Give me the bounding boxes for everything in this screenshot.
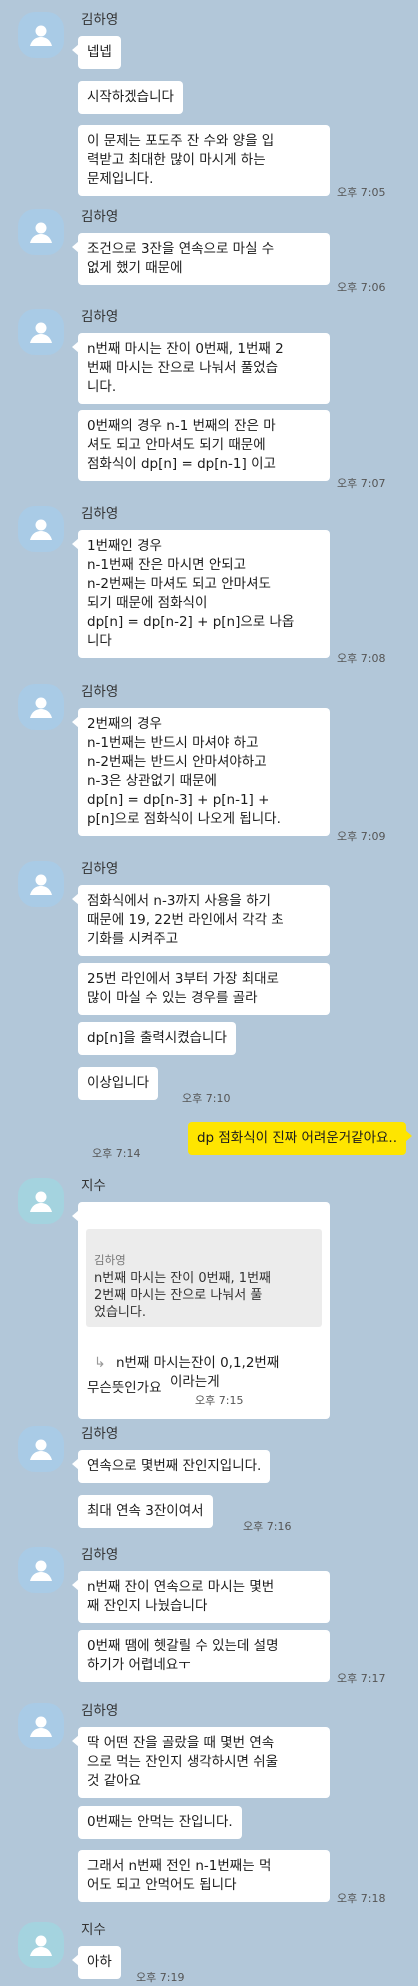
default-profile-icon <box>30 222 52 243</box>
default-profile-icon <box>30 1935 52 1956</box>
message-bubble[interactable]: 25번 라인에서 3부터 가장 최대로 많이 마실 수 있는 경우를 골라 <box>78 963 330 1015</box>
avatar[interactable] <box>18 1922 64 1968</box>
sender-name: 김하영 <box>81 1547 119 1563</box>
sender-name: 지수 <box>81 1922 106 1938</box>
message-bubble[interactable]: 아하 <box>72 1946 121 1979</box>
avatar[interactable] <box>18 309 64 355</box>
message-time: 오후 7:14 <box>92 1147 141 1160</box>
sender-name: 김하영 <box>81 309 119 325</box>
message-bubble[interactable]: 점화식에서 n-3까지 사용을 하기 때문에 19, 22번 라인에서 각각 초… <box>72 885 330 956</box>
avatar[interactable] <box>18 861 64 907</box>
avatar[interactable] <box>18 684 64 730</box>
quoted-message[interactable]: 김하영 n번째 마시는 잔이 0번째, 1번째 2번째 마시는 잔으로 나눠서 풀… <box>86 1229 322 1327</box>
message-bubble[interactable]: 최대 연속 3잔이여서 <box>78 1495 213 1528</box>
default-profile-icon <box>30 25 52 46</box>
default-profile-icon <box>30 1716 52 1737</box>
message-bubble[interactable]: 0번째는 안먹는 잔입니다. <box>78 1806 242 1839</box>
message-time: 오후 7:07 <box>337 477 386 490</box>
my-message-bubble[interactable]: dp 점화식이 진짜 어려운거같아요.. <box>187 1122 413 1155</box>
message-time: 오후 7:05 <box>337 186 386 199</box>
message-bubble[interactable]: 조건으로 3잔을 연속으로 마실 수 없게 했기 때문에 <box>72 233 330 285</box>
message-time: 오후 7:06 <box>337 281 386 294</box>
message-bubble[interactable]: 연속으로 몇번째 잔인지입니다. <box>71 1450 271 1483</box>
message-time: 오후 7:10 <box>182 1092 231 1105</box>
sender-name: 김하영 <box>81 1703 119 1719</box>
default-profile-icon <box>30 1560 52 1581</box>
sender-name: 김하영 <box>81 209 119 225</box>
message-bubble[interactable]: n번째 잔이 연속으로 마시는 몇번 째 잔인지 나눴습니다 <box>72 1571 330 1623</box>
message-time: 오후 7:18 <box>337 1892 386 1905</box>
default-profile-icon <box>30 519 52 540</box>
avatar[interactable] <box>18 506 64 552</box>
avatar[interactable] <box>18 209 64 255</box>
avatar[interactable] <box>18 1426 64 1472</box>
message-bubble[interactable]: 이상입니다 <box>78 1067 159 1100</box>
message-bubble[interactable]: 2번째의 경우 n-1번째는 반드시 마셔야 하고 n-2번째는 반드시 안마셔… <box>72 708 330 836</box>
default-profile-icon <box>30 697 52 718</box>
message-time: 오후 7:19 <box>136 1971 185 1984</box>
sender-name: 김하영 <box>81 684 119 700</box>
message-time: 오후 7:16 <box>243 1520 292 1533</box>
avatar[interactable] <box>18 12 64 58</box>
chat-window: 김하영 넵넵 시작하겠습니다 이 문제는 포도주 잔 수와 양을 입 력받고 최… <box>0 0 418 1986</box>
avatar[interactable] <box>18 1178 64 1224</box>
avatar[interactable] <box>18 1547 64 1593</box>
message-time: 오후 7:17 <box>337 1672 386 1685</box>
message-bubble[interactable]: 무슨뜻인가요 <box>78 1372 171 1405</box>
message-bubble[interactable]: 이 문제는 포도주 잔 수와 양을 입 력받고 최대한 많이 마시게 하는 문제… <box>78 125 330 196</box>
sender-name: 지수 <box>81 1178 106 1194</box>
message-bubble[interactable]: 0번째의 경우 n-1 번째의 잔은 마 셔도 되고 안마셔도 되기 때문에 점… <box>78 410 330 481</box>
avatar[interactable] <box>18 1703 64 1749</box>
message-bubble[interactable]: 그래서 n번째 전인 n-1번째는 먹 어도 되고 안먹어도 됩니다 <box>78 1850 330 1902</box>
message-bubble[interactable]: 넵넵 <box>72 36 121 69</box>
message-bubble[interactable]: 0번째 땜에 헷갈릴 수 있는데 설명 하기가 어렵네요ㅜ <box>78 1630 330 1682</box>
message-bubble[interactable]: dp[n]을 출력시켰습니다 <box>78 1022 236 1055</box>
default-profile-icon <box>30 874 52 895</box>
message-time: 오후 7:15 <box>195 1394 244 1407</box>
message-bubble[interactable]: 시작하겠습니다 <box>78 81 183 114</box>
default-profile-icon <box>30 322 52 343</box>
quoted-text: n번째 마시는 잔이 0번째, 1번째 2번째 마시는 잔으로 나눠서 풀 었습… <box>94 1271 272 1320</box>
default-profile-icon <box>30 1191 52 1212</box>
sender-name: 김하영 <box>81 861 119 877</box>
message-time: 오후 7:09 <box>337 830 386 843</box>
message-bubble[interactable]: 딱 어떤 잔을 골랐을 때 몇번 연속 으로 먹는 잔인지 생각하시면 쉬울 것… <box>72 1727 330 1798</box>
sender-name: 김하영 <box>81 506 119 522</box>
sender-name: 김하영 <box>81 1426 119 1442</box>
message-bubble[interactable]: 1번째인 경우 n-1번째 잔은 마시면 안되고 n-2번째는 마셔도 되고 안… <box>72 530 330 658</box>
message-bubble[interactable]: n번째 마시는 잔이 0번째, 1번째 2 번째 마시는 잔으로 나눠서 풀었습… <box>72 333 330 404</box>
quoted-sender: 김하영 <box>94 1253 126 1267</box>
default-profile-icon <box>30 1439 52 1460</box>
message-time: 오후 7:08 <box>337 652 386 665</box>
sender-name: 김하영 <box>81 12 119 28</box>
